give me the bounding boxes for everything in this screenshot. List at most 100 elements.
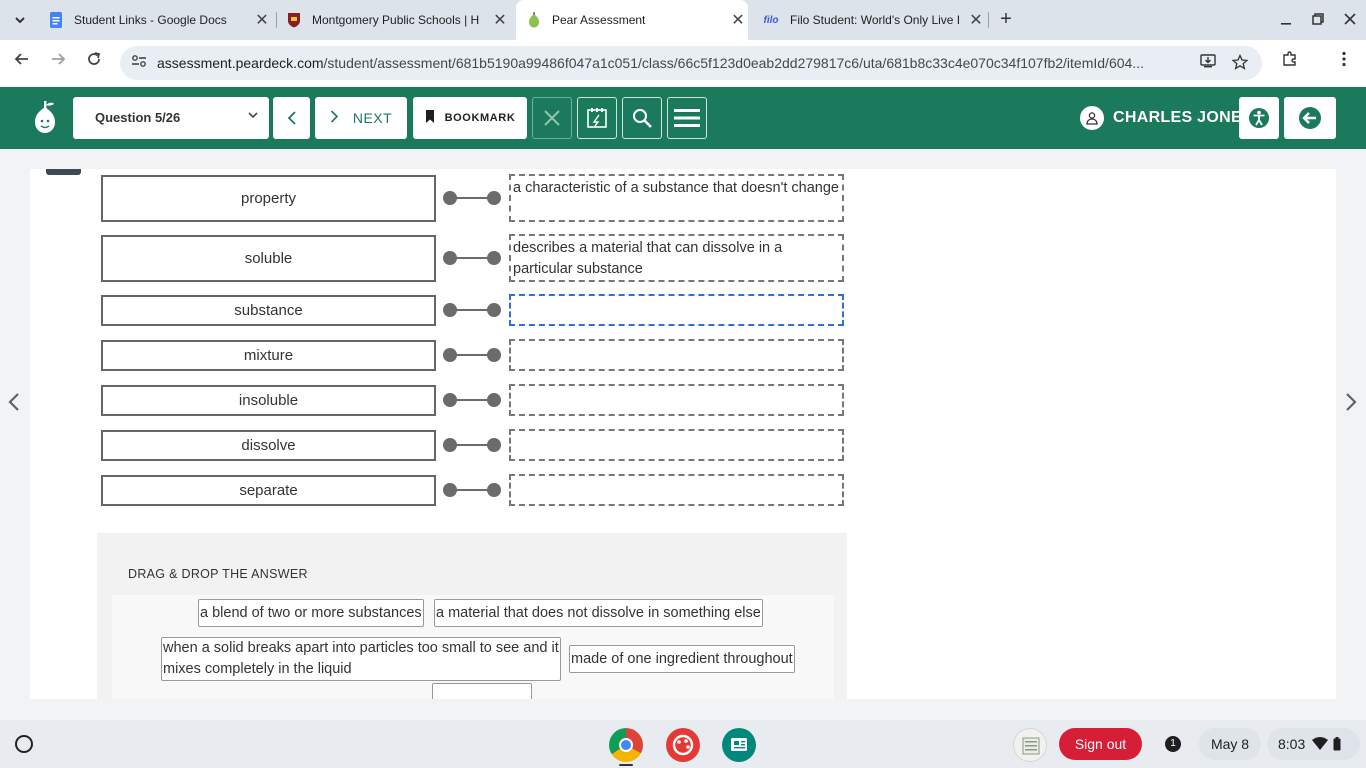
tab-divider [988,12,989,28]
connector [443,191,501,205]
status-tray[interactable]: 8:03 [1267,728,1360,760]
launcher-button[interactable] [15,735,33,753]
chevron-left-icon [8,393,19,411]
chrome-app-icon[interactable] [609,728,643,762]
bookmark-icon [425,110,435,126]
active-app-indicator [619,764,633,766]
sign-out-button[interactable]: Sign out [1059,728,1142,760]
notepad-button[interactable] [577,97,617,139]
question-selector[interactable]: Question 5/26 [73,97,269,139]
reload-button[interactable] [82,51,106,75]
star-icon[interactable] [1230,53,1250,72]
site-info-icon[interactable] [130,54,148,72]
tab-montgomery-schools[interactable]: Montgomery Public Schools | H ✕ [278,0,510,40]
next-question-button[interactable]: NEXT [315,97,407,139]
assessment-header: Question 5/26 NEXT BOOKMARK CHARLES JONE… [0,87,1366,149]
eliminator-button[interactable] [532,97,572,139]
extensions-button[interactable] [1278,51,1302,75]
drop-zone-mixture[interactable] [509,339,844,371]
drop-zone-dissolve[interactable] [509,429,844,461]
next-label: NEXT [352,110,393,126]
drop-zone-insoluble[interactable] [509,384,844,416]
tab-google-docs[interactable]: Student Links - Google Docs ✕ [40,0,272,40]
date-pill[interactable]: May 8 [1199,728,1261,760]
answer-chip[interactable]: a material that does not dissolve in som… [434,599,763,627]
address-bar[interactable]: assessment.peardeck.com/student/assessme… [120,46,1262,80]
user-name-label: CHARLES JONES [1113,109,1253,126]
classroom-app-icon[interactable] [722,728,756,762]
forward-button[interactable] [46,51,70,75]
canvas-app-icon[interactable] [666,728,700,762]
line-reader-button[interactable] [667,97,707,139]
google-docs-icon [48,12,64,28]
back-button[interactable] [10,51,34,75]
restore-button[interactable] [1306,8,1330,32]
close-tab-icon[interactable]: ✕ [728,10,748,30]
close-tab-icon[interactable]: ✕ [252,10,272,30]
exit-arrow-icon [1299,107,1321,129]
answer-chip[interactable]: when a solid breaks apart into particles… [161,637,561,681]
term-substance: substance [101,295,436,326]
filo-icon: filo [763,14,779,26]
answer-chip[interactable]: made of one ingredient throughout [569,645,795,673]
tab-title: Pear Assessment [552,13,646,27]
connector [443,438,501,452]
drop-zone-property[interactable]: a characteristic of a substance that doe… [509,174,844,222]
previous-page-arrow[interactable] [7,392,21,418]
time-label: 8:03 [1278,736,1306,752]
answer-chip[interactable]: a blend of two or more substances [198,599,424,627]
accessibility-icon [1249,108,1269,128]
chevron-right-icon [330,110,339,126]
search-icon [633,109,652,128]
drop-zone-separate[interactable] [509,474,844,506]
answer-bank: DRAG & DROP THE ANSWER a blend of two or… [97,533,847,699]
tab-search-button[interactable] [8,8,32,32]
term-property: property [101,175,436,222]
magnifier-button[interactable] [622,97,662,139]
next-page-arrow[interactable] [1344,392,1358,418]
tab-divider [276,12,277,28]
tab-filo-student[interactable]: filo Filo Student: World's Only Live I ✕ [754,0,986,40]
puzzle-icon [1283,51,1296,66]
tab-pear-assessment[interactable]: Pear Assessment ✕ [516,0,748,40]
term-separate: separate [101,475,436,506]
term-soluble: soluble [101,235,436,282]
install-app-icon[interactable] [1198,54,1218,72]
drop-zone-soluble[interactable]: describes a material that can dissolve i… [509,234,844,282]
chevron-down-icon [247,109,259,124]
tab-title: Filo Student: World's Only Live I [790,13,961,27]
bookmark-button[interactable]: BOOKMARK [413,97,527,139]
chrome-menu-button[interactable] [1332,51,1356,75]
answer-chip[interactable] [432,683,532,699]
date-label: May 8 [1210,736,1250,752]
accessibility-button[interactable] [1239,97,1279,139]
close-tab-icon[interactable]: ✕ [966,10,986,30]
close-tab-icon[interactable]: ✕ [490,10,510,30]
previous-question-button[interactable] [273,97,310,139]
user-name: CHARLES JONES [1080,106,1253,130]
minimize-icon [1281,23,1291,25]
assessment-stage: property a characteristic of a substance… [0,149,1366,720]
school-crest-icon [286,12,302,28]
chevron-down-icon [15,17,25,24]
reload-icon [88,52,101,65]
pear-logo-icon [35,101,55,133]
battery-icon [1333,737,1341,751]
arrow-right-icon [52,53,66,65]
close-window-button[interactable] [1338,8,1362,32]
minimize-button[interactable] [1274,8,1298,32]
tab-title: Student Links - Google Docs [74,13,227,27]
tote-icon[interactable] [1013,728,1047,762]
exit-button[interactable] [1284,97,1336,139]
arrow-left-icon [14,53,28,65]
chevron-right-icon [1346,393,1357,411]
tab-title: Montgomery Public Schools | H [312,13,480,27]
chevron-left-icon [287,111,296,125]
notification-badge[interactable]: 1 [1165,736,1181,752]
drop-zone-substance[interactable] [509,294,844,326]
os-shelf: Sign out 1 May 8 8:03 [0,720,1366,768]
question-tab-marker [46,169,81,175]
new-tab-button[interactable]: + [994,8,1018,32]
connector [443,303,501,317]
close-icon [544,110,560,126]
